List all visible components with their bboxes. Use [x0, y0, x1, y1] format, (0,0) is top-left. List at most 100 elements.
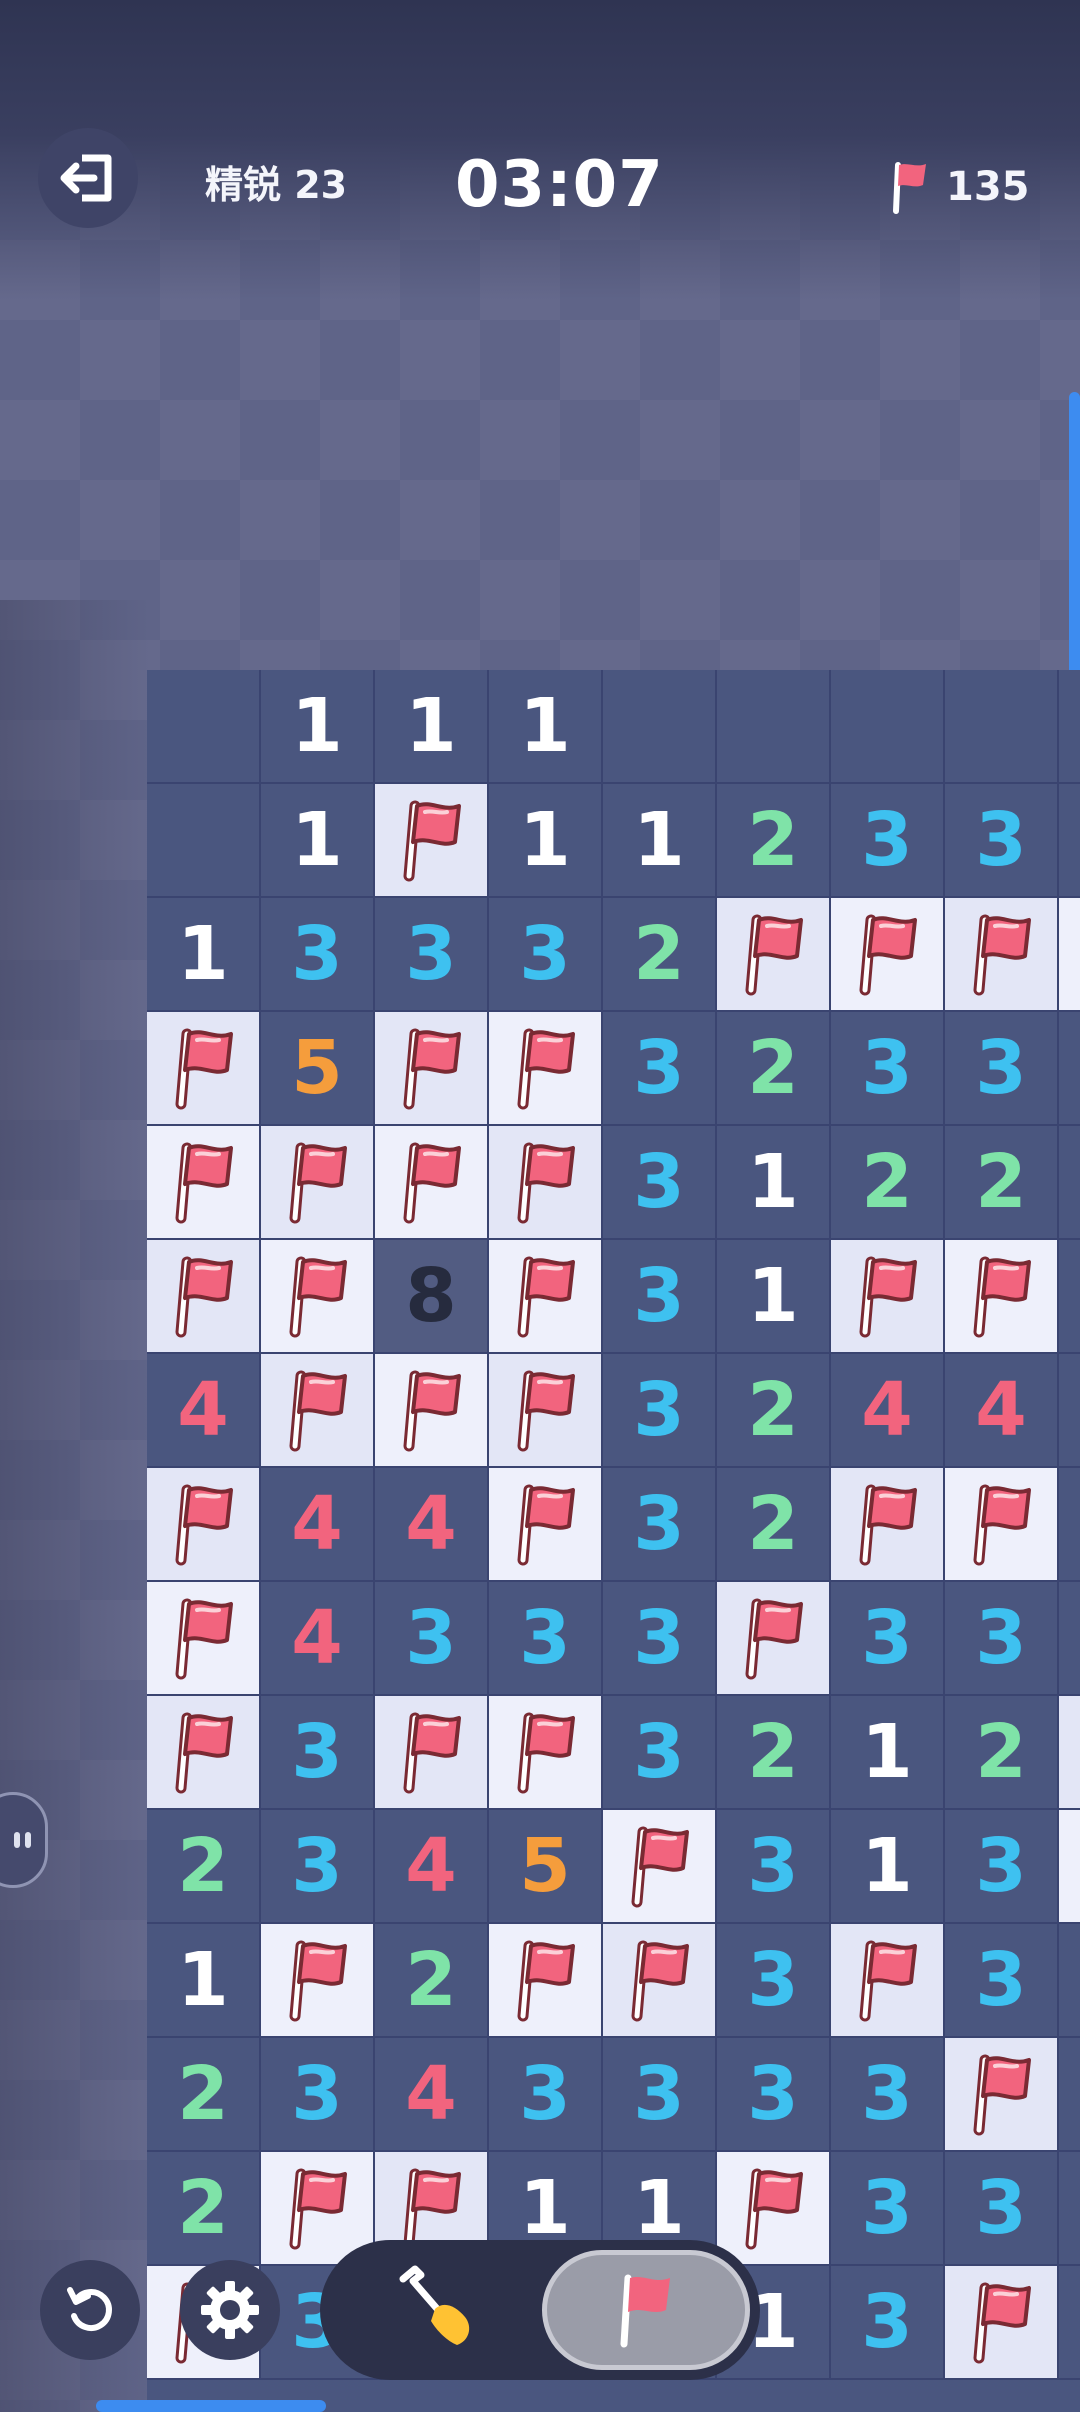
flagged-cell[interactable]	[147, 1240, 261, 1354]
flagged-cell[interactable]	[375, 784, 489, 898]
number-cell[interactable]: 4	[831, 1354, 945, 1468]
empty-cell[interactable]	[831, 670, 945, 784]
flagged-cell[interactable]	[261, 1354, 375, 1468]
number-cell[interactable]: 1	[489, 670, 603, 784]
dig-mode-button[interactable]	[350, 2250, 530, 2370]
flagged-cell[interactable]	[261, 1240, 375, 1354]
side-drawer-handle[interactable]	[0, 1792, 48, 1888]
number-cell[interactable]: 4	[375, 1810, 489, 1924]
horizontal-scrollbar[interactable]	[96, 2400, 326, 2412]
number-cell[interactable]: 3	[603, 1354, 717, 1468]
number-cell[interactable]: 2	[147, 2152, 261, 2266]
flagged-cell[interactable]	[489, 1354, 603, 1468]
number-cell[interactable]: 3	[375, 898, 489, 1012]
number-cell[interactable]: 3	[831, 2038, 945, 2152]
flagged-cell[interactable]	[147, 1126, 261, 1240]
empty-cell[interactable]	[1059, 1354, 1080, 1468]
flagged-cell[interactable]	[831, 898, 945, 1012]
empty-cell[interactable]	[945, 670, 1059, 784]
number-cell[interactable]: 3	[261, 2038, 375, 2152]
number-cell[interactable]: 3	[375, 1582, 489, 1696]
minefield-grid[interactable]: 1111112331333253233312283143244443243333…	[147, 670, 1080, 2380]
number-cell[interactable]: 1	[831, 1810, 945, 1924]
undo-button[interactable]	[40, 2260, 140, 2360]
number-cell[interactable]: 3	[831, 2266, 945, 2380]
empty-cell[interactable]	[1059, 1126, 1080, 1240]
flagged-cell[interactable]	[945, 898, 1059, 1012]
flagged-cell[interactable]	[147, 1012, 261, 1126]
empty-cell[interactable]	[1059, 670, 1080, 784]
flagged-cell[interactable]	[603, 1924, 717, 2038]
number-cell[interactable]: 3	[489, 898, 603, 1012]
flagged-cell[interactable]	[831, 1468, 945, 1582]
empty-cell[interactable]	[717, 670, 831, 784]
number-cell[interactable]: 2	[717, 1354, 831, 1468]
number-cell[interactable]: 3	[603, 1582, 717, 1696]
number-cell[interactable]: 4	[945, 1354, 1059, 1468]
flagged-cell[interactable]	[1059, 1810, 1080, 1924]
flagged-cell[interactable]	[489, 1012, 603, 1126]
number-cell[interactable]: 4	[261, 1582, 375, 1696]
number-cell[interactable]: 3	[717, 1810, 831, 1924]
flagged-cell[interactable]	[375, 1354, 489, 1468]
flagged-cell[interactable]	[1059, 1696, 1080, 1810]
flagged-cell[interactable]	[375, 1126, 489, 1240]
number-cell[interactable]: 1	[261, 784, 375, 898]
number-cell[interactable]: 8	[375, 1240, 489, 1354]
number-cell[interactable]: 3	[717, 1924, 831, 2038]
number-cell[interactable]: 3	[603, 1468, 717, 1582]
flagged-cell[interactable]	[717, 898, 831, 1012]
flagged-cell[interactable]	[489, 1240, 603, 1354]
empty-cell[interactable]	[1059, 1924, 1080, 2038]
empty-cell[interactable]	[147, 670, 261, 784]
flagged-cell[interactable]	[147, 1696, 261, 1810]
number-cell[interactable]: 1	[717, 1240, 831, 1354]
number-cell[interactable]: 3	[831, 1012, 945, 1126]
number-cell[interactable]: 3	[603, 1012, 717, 1126]
number-cell[interactable]: 1	[147, 1924, 261, 2038]
number-cell[interactable]: 1	[489, 784, 603, 898]
number-cell[interactable]: 5	[261, 1012, 375, 1126]
empty-cell[interactable]	[1059, 1012, 1080, 1126]
flagged-cell[interactable]	[1059, 898, 1080, 1012]
flagged-cell[interactable]	[717, 2152, 831, 2266]
flagged-cell[interactable]	[375, 1696, 489, 1810]
number-cell[interactable]: 4	[375, 1468, 489, 1582]
number-cell[interactable]: 3	[603, 1696, 717, 1810]
number-cell[interactable]: 3	[831, 784, 945, 898]
empty-cell[interactable]	[603, 670, 717, 784]
empty-cell[interactable]	[1059, 2038, 1080, 2152]
flagged-cell[interactable]	[147, 1582, 261, 1696]
number-cell[interactable]: 3	[945, 1810, 1059, 1924]
number-cell[interactable]: 1	[717, 1126, 831, 1240]
number-cell[interactable]: 3	[603, 1240, 717, 1354]
flagged-cell[interactable]	[489, 1924, 603, 2038]
flagged-cell[interactable]	[603, 1810, 717, 1924]
number-cell[interactable]: 3	[261, 1696, 375, 1810]
empty-cell[interactable]	[1059, 1582, 1080, 1696]
number-cell[interactable]: 3	[831, 2152, 945, 2266]
number-cell[interactable]: 1	[831, 1696, 945, 1810]
number-cell[interactable]: 3	[261, 898, 375, 1012]
number-cell[interactable]: 3	[831, 1582, 945, 1696]
flagged-cell[interactable]	[945, 2266, 1059, 2380]
number-cell[interactable]: 2	[717, 784, 831, 898]
number-cell[interactable]: 2	[945, 1126, 1059, 1240]
number-cell[interactable]: 3	[945, 2152, 1059, 2266]
number-cell[interactable]: 5	[489, 1810, 603, 1924]
number-cell[interactable]: 2	[717, 1468, 831, 1582]
number-cell[interactable]: 2	[147, 2038, 261, 2152]
number-cell[interactable]: 3	[489, 1582, 603, 1696]
number-cell[interactable]: 1	[375, 670, 489, 784]
number-cell[interactable]: 1	[147, 898, 261, 1012]
flagged-cell[interactable]	[717, 1582, 831, 1696]
number-cell[interactable]: 3	[945, 1582, 1059, 1696]
number-cell[interactable]: 1	[261, 670, 375, 784]
number-cell[interactable]: 3	[603, 2038, 717, 2152]
empty-cell[interactable]	[1059, 1468, 1080, 1582]
flagged-cell[interactable]	[945, 1468, 1059, 1582]
number-cell[interactable]: 3	[945, 1924, 1059, 2038]
settings-button[interactable]	[180, 2260, 280, 2360]
number-cell[interactable]: 3	[945, 1012, 1059, 1126]
number-cell[interactable]: 4	[261, 1468, 375, 1582]
